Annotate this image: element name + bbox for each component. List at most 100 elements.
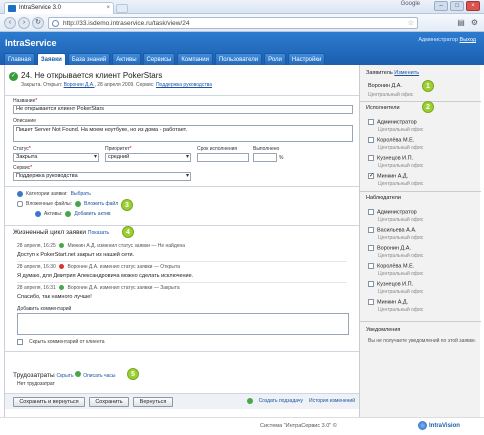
create-subtask-link[interactable]: Создать подзадачу [259, 398, 303, 404]
nav-tab-settings[interactable]: Настройки [287, 53, 326, 65]
event-time: 28 апреля, 16:25 [17, 243, 56, 249]
labor-hide-link[interactable]: Скрыть [57, 373, 74, 379]
bookmark-star-icon[interactable]: ☆ [408, 18, 414, 29]
close-window-icon[interactable]: × [466, 1, 480, 11]
choose-categories-link[interactable]: Выбрать [71, 191, 91, 197]
reload-icon[interactable]: ↻ [32, 17, 44, 29]
subtask-icon [246, 398, 253, 404]
status-select[interactable]: Закрыта [13, 153, 99, 162]
executor-item: Королёва М.Е. [368, 137, 414, 143]
nav-tab-assets[interactable]: Активы [112, 53, 141, 65]
lifecycle-event: 28 апреля, 16:30 Воронин Д.А. изменил ст… [17, 264, 180, 270]
executor-checkbox-checked[interactable] [368, 172, 374, 179]
close-tab-icon[interactable]: × [106, 3, 110, 14]
priority-label: Приоритет* [105, 146, 132, 152]
divider [5, 95, 359, 96]
event-separator [17, 282, 347, 283]
service-label-text: Сервис [13, 165, 31, 171]
comment-field[interactable] [17, 313, 349, 335]
sidebar-divider [360, 321, 481, 322]
maximize-icon[interactable]: □ [450, 1, 464, 11]
favicon-icon [8, 5, 16, 12]
nav-tab-users[interactable]: Пользователи [214, 53, 263, 65]
notify-text: Вы не получаете уведомлений по этой заяв… [368, 338, 477, 344]
opened-by-link[interactable]: Воронин Д.А. [64, 82, 95, 88]
name-field[interactable]: Не открывается клиент PokerStars [13, 105, 353, 114]
lifecycle-show-link[interactable]: Показать [88, 230, 109, 236]
browser-toolbar: ‹ › ↻ http://33.isdemo.intraservice.ru/t… [0, 14, 484, 32]
minimize-icon[interactable]: – [434, 1, 448, 11]
observer-checkbox[interactable] [368, 227, 374, 233]
sidebar-divider [360, 101, 481, 102]
executor-checkbox[interactable] [368, 137, 374, 143]
name-label-text: Название [13, 98, 36, 104]
observer-checkbox[interactable] [368, 263, 374, 269]
globe-icon [52, 20, 59, 27]
observer-name: Минкин А.Д. [377, 299, 409, 306]
change-applicant-link[interactable]: Изменить [394, 70, 419, 76]
hide-comment-checkbox[interactable] [17, 339, 23, 345]
observer-checkbox[interactable] [368, 281, 374, 287]
hide-comment-label: Скрыть комментарий от клиента [29, 339, 105, 345]
observer-checkbox[interactable] [368, 245, 374, 251]
page-menu-icon[interactable]: ▤ [457, 18, 465, 27]
tools-menu-icon[interactable]: ⚙ [471, 18, 478, 27]
forward-icon[interactable]: › [18, 17, 30, 29]
user-bar: Администратор Выход [418, 37, 476, 43]
categories-row: Категории заявки: Выбрать [17, 191, 91, 197]
describe-hours-link[interactable]: Описать часы [83, 373, 115, 379]
action-bar: Сохранить и вернуться Сохранить Вернутьс… [5, 393, 359, 409]
nav-tab-home[interactable]: Главная [4, 53, 35, 65]
service-select[interactable]: Поддержка руководства [13, 172, 191, 181]
priority-select[interactable]: средний [105, 153, 191, 162]
divider [5, 351, 359, 352]
nav-tab-tasks[interactable]: Заявки [36, 53, 66, 65]
observer-item: Васильева А.А. [368, 227, 417, 233]
observer-item: Администратор [368, 209, 417, 215]
observer-name: Васильева А.А. [377, 227, 417, 234]
back-button[interactable]: Вернуться [133, 397, 173, 407]
service-label: Сервис* [13, 165, 33, 171]
applicant-org: Центральный офис [368, 92, 414, 98]
nav-tab-roles[interactable]: Роли [264, 53, 286, 65]
asset-icon [35, 211, 41, 217]
name-label: Название* [13, 98, 38, 104]
deadline-field[interactable] [197, 153, 249, 162]
service-link[interactable]: Поддержка руководства [156, 82, 212, 88]
executor-item: Администратор [368, 119, 417, 125]
lifecycle-event: 28 апреля, 16:25 Минкин А.Д. изменил ста… [17, 243, 185, 249]
done-field[interactable] [253, 153, 277, 162]
add-asset-link[interactable]: Добавить актив [74, 211, 110, 217]
nav-tab-services[interactable]: Сервисы [142, 53, 176, 65]
add-hours-icon [75, 371, 82, 377]
new-tab-button[interactable] [116, 4, 128, 13]
user-name: Администратор [418, 37, 458, 43]
back-icon[interactable]: ‹ [4, 17, 16, 29]
callout-marker-3: 3 [121, 199, 133, 211]
executor-checkbox[interactable] [368, 119, 374, 125]
executor-checkbox[interactable] [368, 155, 374, 161]
page-footer: Система "ИнтраСервис 3.0" © IntraVision [0, 417, 484, 435]
observer-checkbox[interactable] [368, 209, 374, 215]
observer-checkbox[interactable] [368, 299, 374, 305]
desc-label: Описание [13, 118, 37, 124]
observer-item: Воронин Д.А. [368, 245, 411, 251]
observer-name: Администратор [377, 209, 417, 216]
address-bar[interactable]: http://33.isdemo.intraservice.ru/task/vi… [48, 17, 418, 29]
nav-tab-knowledge[interactable]: База знаний [67, 53, 111, 65]
notify-title: Уведомления [366, 327, 401, 333]
browser-tab[interactable]: IntraService 3.0 × [4, 2, 114, 14]
logout-link[interactable]: Выход [460, 37, 476, 43]
description-field[interactable]: Пишет Server Not Found. На моем ноутбуке… [13, 125, 353, 142]
page-title: 24. Не открывается клиент PokerStars [21, 71, 163, 80]
nav-tab-companies[interactable]: Компании [177, 53, 213, 65]
attach-file-link[interactable]: Вложить файл [84, 201, 118, 207]
vendor-logo: IntraVision [418, 421, 460, 430]
executor-item: Кузнецов И.П. [368, 155, 413, 161]
divider [5, 186, 359, 187]
save-button[interactable]: Сохранить [89, 397, 129, 407]
save-and-return-button[interactable]: Сохранить и вернуться [13, 397, 85, 407]
task-history-link[interactable]: История изменений [309, 398, 355, 404]
window-controls: – □ × [434, 1, 480, 11]
callout-marker-5: 5 [127, 368, 139, 380]
